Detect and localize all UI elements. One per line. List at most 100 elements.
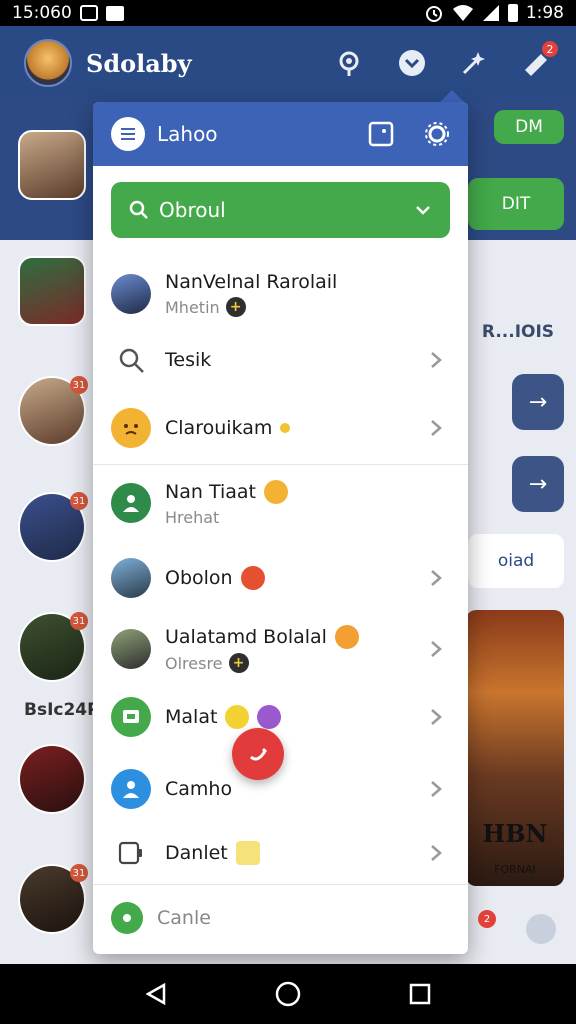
upload-chip[interactable]: oiad (468, 534, 564, 588)
menu-item-label: NanVelnal Rarolail (165, 271, 338, 293)
angry-emoji-icon (111, 408, 151, 448)
divider (93, 884, 468, 885)
status-time-left: 15:060 (12, 3, 72, 23)
menu-item-clarouikam[interactable]: Clarouikam (93, 398, 468, 458)
gear-icon[interactable] (424, 121, 450, 147)
unread-badge: 31 (70, 492, 88, 510)
app-header: Sdolaby 2 (0, 26, 576, 100)
avatar (111, 629, 151, 669)
menu-item-malat[interactable]: Malat (93, 686, 468, 748)
chevron-right-icon (431, 641, 442, 657)
divider (93, 464, 468, 465)
chevron-right-icon (431, 352, 442, 368)
chevron-down-icon[interactable] (396, 47, 428, 79)
device-icon (111, 833, 151, 873)
menu-item-label: Canle (157, 907, 211, 929)
unread-badge: 31 (70, 376, 88, 394)
chevron-down-icon (416, 206, 430, 215)
menu-item-danlet[interactable]: Danlet (93, 822, 468, 884)
status-dot-icon (280, 423, 291, 433)
menu-item-label: Obolon (165, 567, 233, 589)
menu-item-label: Malat (165, 706, 218, 728)
system-nav-bar (0, 964, 576, 1024)
dit-chip-label: DIT (501, 194, 531, 214)
menu-item-label: Camho (165, 778, 233, 800)
chevron-right-icon (431, 570, 442, 586)
notification-badge: 2 (540, 39, 560, 59)
arrow-right-icon[interactable]: → (512, 456, 564, 512)
menu-item-label: Danlet (165, 842, 228, 864)
plus-icon: + (228, 653, 249, 673)
location-search-icon[interactable] (334, 47, 366, 79)
dit-chip[interactable]: DIT (468, 178, 564, 230)
avatar (111, 274, 151, 314)
menu-item-sublabel: Olresre (165, 653, 223, 673)
chevron-right-icon (431, 709, 442, 725)
dm-chip[interactable]: DM (494, 110, 564, 144)
fire-emoji-icon (240, 566, 265, 590)
arrow-right-icon[interactable]: → (512, 374, 564, 430)
smile-emoji-icon (225, 705, 250, 729)
alarm-icon (425, 6, 442, 22)
hamburger-icon[interactable] (111, 117, 145, 151)
unread-badge: 31 (70, 864, 88, 882)
profile-icon[interactable] (526, 914, 556, 944)
megaphone-icon[interactable]: 2 (520, 39, 560, 79)
app-title: Sdolaby (86, 48, 192, 78)
menu-item-sublabel: Hrehat (165, 507, 220, 527)
contact-thumbnail[interactable] (18, 256, 86, 326)
background-text: R...IOIS (468, 310, 568, 354)
signal-icon (482, 5, 499, 21)
green-chat-icon (111, 697, 151, 737)
menu-item-profile[interactable]: NanVelnal Rarolail Mhetin + (93, 262, 468, 326)
dropdown-menu: Lahoo Obroul NanVelnal Rarolail Mhetin + … (93, 102, 468, 954)
back-icon[interactable] (141, 979, 171, 1009)
status-time-right: 1:98 (525, 3, 564, 23)
search-icon (111, 340, 151, 380)
search-button[interactable]: Obroul (111, 182, 450, 238)
home-icon[interactable] (273, 979, 303, 1009)
dm-chip-label: DM (515, 117, 543, 137)
pencil-icon (257, 705, 282, 729)
notification-badge: 2 (478, 910, 496, 928)
movie-poster[interactable]: HBN FORNAI (466, 610, 564, 886)
contact-thumbnail[interactable] (18, 130, 86, 200)
menu-item-tesik[interactable]: Tesik (93, 330, 468, 390)
unread-badge: 31 (70, 612, 88, 630)
menu-item-label: Nan Tiaat (165, 480, 256, 503)
wifi-icon (452, 5, 473, 21)
menu-item-obolon[interactable]: Obolon (93, 546, 468, 610)
image-notification-icon (105, 5, 124, 21)
chevron-right-icon (431, 845, 442, 861)
plus-icon: + (225, 297, 246, 317)
smile-emoji-icon (334, 625, 359, 649)
menu-item-label: Ualatamd Bolalal (165, 626, 327, 648)
menu-item-label: Tesik (165, 349, 212, 371)
floating-action-button[interactable] (232, 728, 284, 780)
magic-tools-icon[interactable] (458, 47, 490, 79)
sparkle-icon (235, 841, 260, 865)
poster-subtitle: FORNAI (494, 863, 536, 876)
avatar (111, 558, 151, 598)
call-icon (250, 747, 268, 761)
battery-icon (507, 4, 518, 22)
expand-icon[interactable] (368, 121, 394, 147)
menu-caret (440, 90, 464, 102)
green-person-icon (111, 483, 151, 523)
search-icon (129, 200, 148, 219)
search-label: Obroul (159, 198, 226, 222)
recents-icon[interactable] (405, 979, 435, 1009)
chevron-right-icon (431, 781, 442, 797)
menu-item-camho[interactable]: Camho (93, 758, 468, 820)
green-gear-icon (111, 902, 143, 934)
background-label: BsIc24P (24, 700, 100, 720)
menu-item-ualatamd[interactable]: Ualatamd Bolalal Olresre + (93, 614, 468, 684)
contact-thumbnail[interactable] (18, 744, 86, 814)
profile-avatar[interactable] (24, 39, 72, 87)
blue-person-icon (111, 769, 151, 809)
smile-emoji-icon (263, 479, 288, 504)
chat-icon[interactable]: 2 (470, 910, 500, 940)
menu-item-nan-tiaat[interactable]: Nan Tiaat Hrehat (93, 470, 468, 536)
menu-item-canle[interactable]: Canle (93, 890, 468, 946)
menu-item-sublabel: Mhetin (165, 297, 220, 317)
